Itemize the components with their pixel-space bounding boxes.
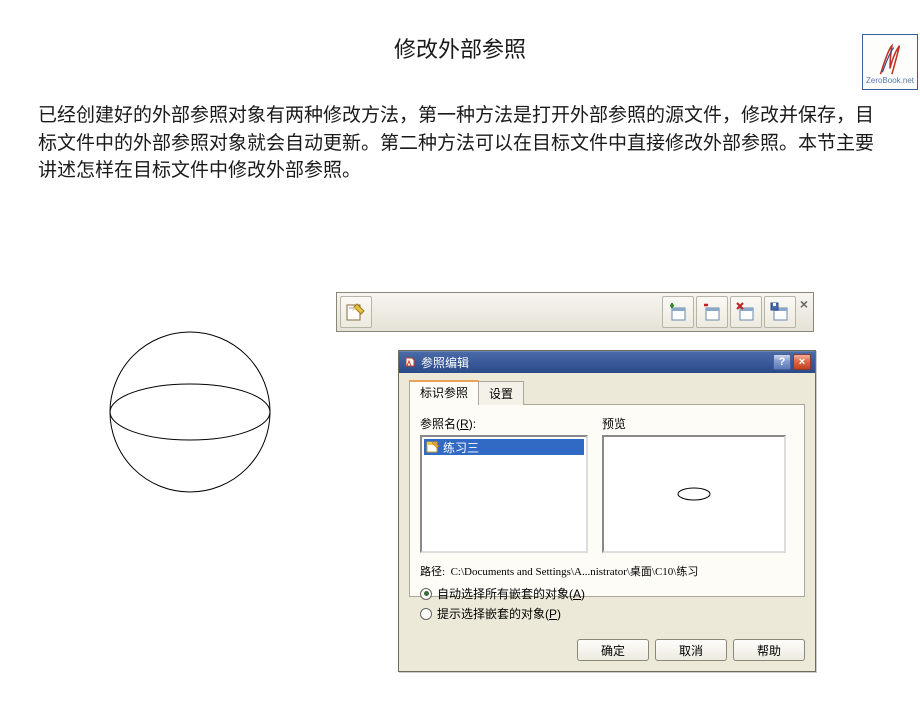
help-button[interactable]: 帮助 bbox=[733, 639, 805, 661]
logo-text: ZeroBook.net bbox=[866, 76, 914, 85]
tab-settings[interactable]: 设置 bbox=[478, 381, 524, 406]
app-icon bbox=[403, 355, 417, 369]
radio-auto-select[interactable]: 自动选择所有嵌套的对象(A) bbox=[420, 585, 794, 602]
logo-badge: ZeroBook.net bbox=[862, 34, 918, 90]
sphere-illustration bbox=[100, 322, 280, 502]
dialog-help-button[interactable]: ? bbox=[773, 354, 791, 370]
reference-edit-dialog: 参照编辑 ? × 标识参照 设置 参照名(R): bbox=[398, 350, 816, 672]
dialog-title: 参照编辑 bbox=[421, 354, 771, 371]
refedit-toolbar: × bbox=[336, 292, 814, 332]
ok-button[interactable]: 确定 bbox=[577, 639, 649, 661]
toolbar-close-icon[interactable]: × bbox=[797, 294, 811, 330]
page-title: 修改外部参照 bbox=[0, 32, 920, 64]
path-value: C:\Documents and Settings\A...nistrator\… bbox=[451, 566, 699, 578]
tree-item[interactable]: 练习三 bbox=[424, 439, 584, 455]
cancel-button[interactable]: 取消 bbox=[655, 639, 727, 661]
refname-label: 参照名(R): bbox=[420, 415, 590, 432]
tab-identify[interactable]: 标识参照 bbox=[409, 380, 479, 405]
save-changes-button[interactable] bbox=[764, 296, 796, 328]
radio-icon bbox=[420, 608, 432, 620]
discard-changes-button[interactable] bbox=[730, 296, 762, 328]
remove-from-working-set-button[interactable] bbox=[696, 296, 728, 328]
tree-item-label: 练习三 bbox=[443, 439, 479, 456]
reference-tree[interactable]: 练习三 bbox=[420, 435, 588, 553]
dialog-titlebar[interactable]: 参照编辑 ? × bbox=[399, 351, 815, 373]
tab-panel-identify: 参照名(R): 练习三 预览 bbox=[409, 405, 805, 597]
preview-label: 预览 bbox=[602, 415, 794, 432]
radio-icon bbox=[420, 588, 432, 600]
dialog-close-button[interactable]: × bbox=[793, 354, 811, 370]
add-to-working-set-button[interactable] bbox=[662, 296, 694, 328]
dialog-tabs: 标识参照 设置 bbox=[409, 379, 805, 405]
body-paragraph: 已经创建好的外部参照对象有两种修改方法，第一种方法是打开外部参照的源文件，修改并… bbox=[38, 102, 882, 185]
xref-icon bbox=[426, 440, 440, 454]
nested-select-radios: 自动选择所有嵌套的对象(A) 提示选择嵌套的对象(P) bbox=[420, 585, 794, 622]
path-line: 路径: C:\Documents and Settings\A...nistra… bbox=[420, 563, 794, 579]
radio-prompt-select[interactable]: 提示选择嵌套的对象(P) bbox=[420, 605, 794, 622]
edit-block-in-place-button[interactable] bbox=[340, 296, 372, 328]
preview-box bbox=[602, 435, 786, 553]
